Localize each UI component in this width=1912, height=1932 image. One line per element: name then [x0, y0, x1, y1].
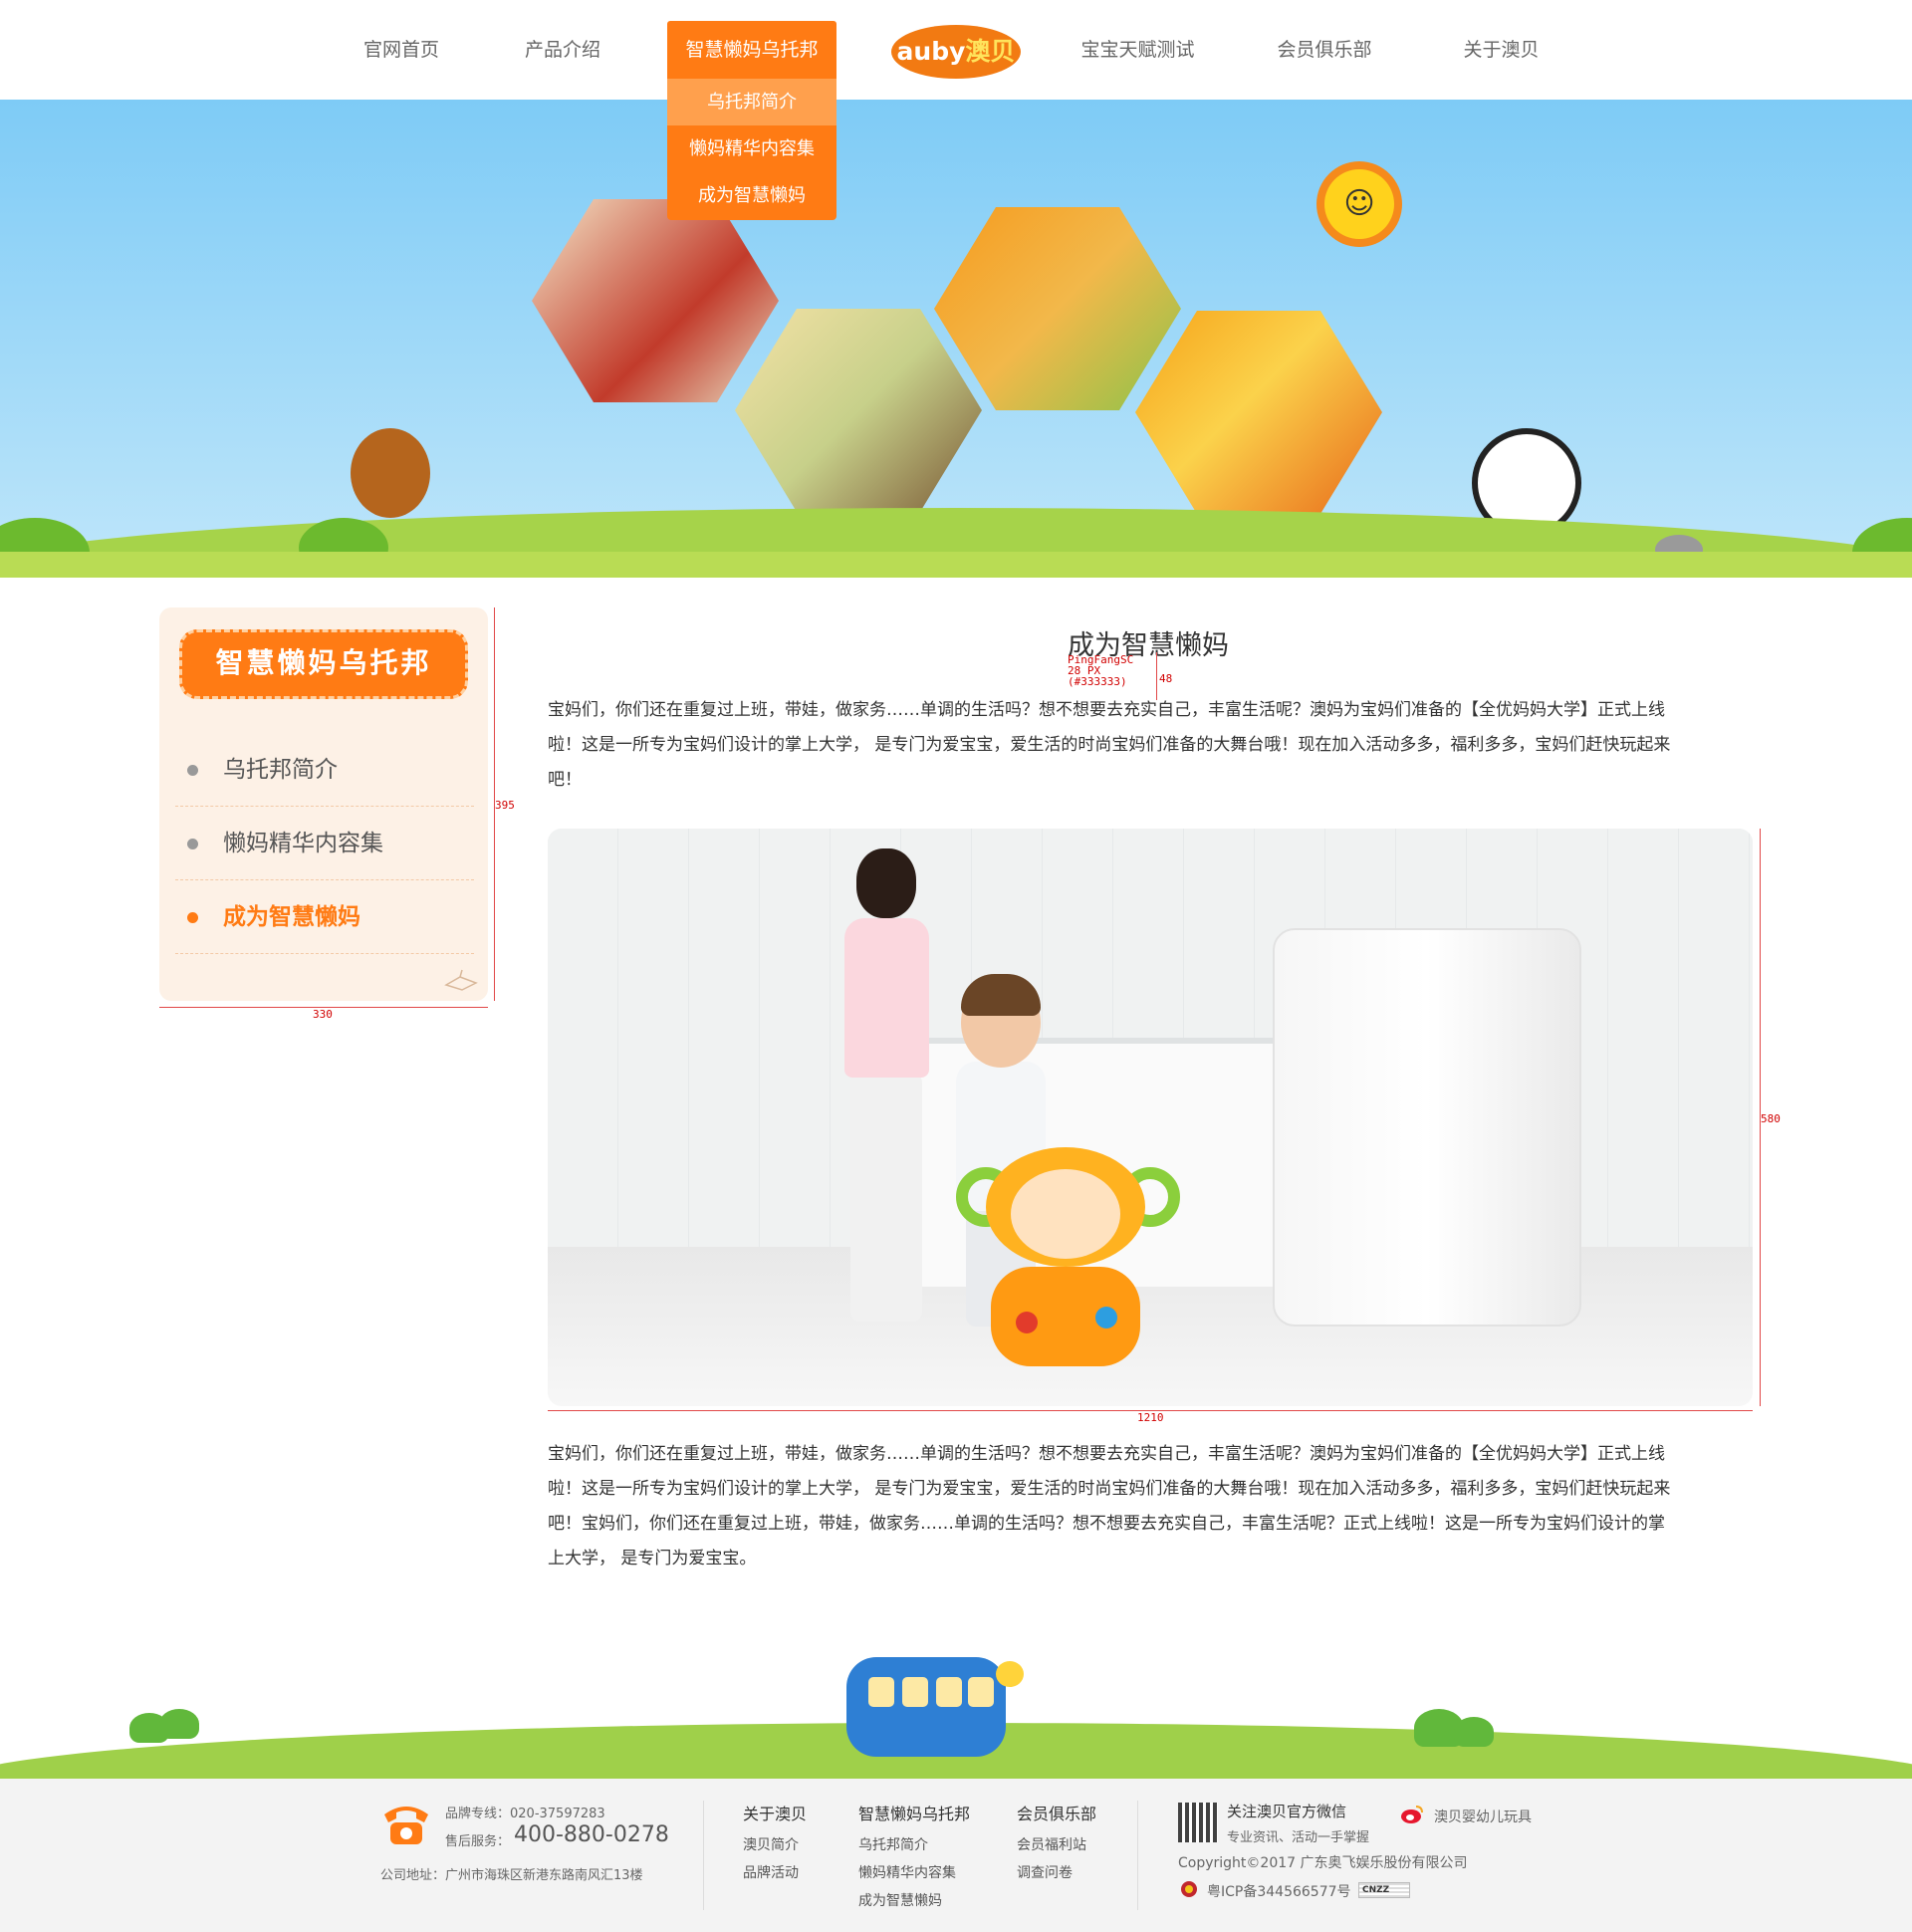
- weibo-icon[interactable]: [1400, 1805, 1424, 1824]
- banner-photo-3: [934, 207, 1181, 410]
- lineheight-annotation: 48: [1159, 672, 1173, 685]
- paragraph-line: 啦！这是一所专为宝妈们设计的掌上大学， 是专门为爱宝宝，爱生活的时尚宝妈们准备的…: [548, 735, 1671, 755]
- font-annotation: PingFangSC 28 PX (#333333): [1068, 654, 1133, 687]
- sidebar-item-essence[interactable]: 懒妈精华内容集: [175, 807, 474, 880]
- icp-number[interactable]: 粤ICP备344566577号: [1207, 1881, 1351, 1901]
- photo-mother: [836, 848, 946, 1327]
- footer-illustration: [0, 1613, 1912, 1779]
- paragraph-line: 吧！宝妈们，你们还在重复过上班，带娃，做家务……单调的生活吗？想不想要去充实自己…: [548, 1514, 1665, 1534]
- photo-fridge: [1273, 928, 1581, 1327]
- divider: [1137, 1801, 1138, 1910]
- banner-ground: [0, 552, 1912, 578]
- police-badge-icon: [1181, 1881, 1197, 1897]
- cnzz-badge[interactable]: CNZZ: [1358, 1882, 1410, 1898]
- bullet-icon: [187, 765, 198, 776]
- dropdown-item-intro[interactable]: 乌托邦简介: [667, 79, 836, 125]
- tree: [159, 1709, 199, 1739]
- service-number: 400-880-0278: [514, 1822, 669, 1847]
- footer-col-club-title: 会员俱乐部: [1017, 1805, 1097, 1823]
- photo-height-annotation: 580: [1761, 1112, 1781, 1125]
- bus-illustration: [846, 1657, 1006, 1757]
- book-icon: [444, 969, 478, 991]
- hotline: 品牌专线：020-37597283: [445, 1807, 605, 1821]
- sidebar: 智慧懒妈乌托邦 乌托邦简介 懒妈精华内容集 成为智慧懒妈: [159, 607, 488, 1001]
- footer-link[interactable]: 会员福利站: [1017, 1834, 1086, 1854]
- bullet-icon: [187, 912, 198, 923]
- sidebar-item-intro[interactable]: 乌托邦简介: [175, 733, 474, 807]
- logo-cn: 澳贝: [965, 37, 1016, 66]
- font-color: (#333333): [1068, 675, 1127, 688]
- sidebar-height-annotation: 395: [495, 799, 515, 812]
- sidebar-title: 智慧懒妈乌托邦: [179, 629, 468, 699]
- logo-text: auby: [896, 37, 966, 66]
- footer-col-about-title: 关于澳贝: [743, 1805, 808, 1823]
- banner-photo-4: [1135, 311, 1382, 514]
- paragraph-line: 宝妈们，你们还在重复过上班，带娃，做家务……单调的生活吗？想不想要去充实自己，丰…: [548, 700, 1665, 720]
- nav-home[interactable]: 官网首页: [342, 0, 461, 100]
- sidebar-item-label: 乌托邦简介: [223, 757, 338, 783]
- address: 公司地址：广州市海珠区新港东路南风汇13楼: [380, 1868, 643, 1883]
- paragraph-line: 上大学， 是专门为爱宝宝。: [548, 1549, 757, 1569]
- weibo-label[interactable]: 澳贝婴幼儿玩具: [1434, 1807, 1532, 1826]
- nav-utopia[interactable]: 智慧懒妈乌托邦: [667, 21, 836, 79]
- paragraph-line: 啦！这是一所专为宝妈们设计的掌上大学， 是专门为爱宝宝，爱生活的时尚宝妈们准备的…: [548, 1479, 1671, 1499]
- footer-link[interactable]: 懒妈精华内容集: [858, 1862, 956, 1882]
- sidebar-item-label: 成为智慧懒妈: [223, 904, 360, 930]
- nav-dropdown: 乌托邦简介 懒妈精华内容集 成为智慧懒妈: [667, 79, 836, 220]
- bullet-icon: [187, 839, 198, 849]
- footer-link[interactable]: 调查问卷: [1017, 1862, 1073, 1882]
- nav-talent-test[interactable]: 宝宝天赋测试: [1076, 0, 1200, 100]
- copyright: Copyright©2017 广东奥飞娱乐股份有限公司: [1178, 1855, 1468, 1871]
- sidebar-list: 乌托邦简介 懒妈精华内容集 成为智慧懒妈: [175, 733, 474, 954]
- service-label: 售后服务：: [445, 1834, 511, 1849]
- banner-photo-2: [735, 309, 982, 512]
- auby-logo[interactable]: auby澳贝: [891, 25, 1021, 79]
- sidebar-item-label: 懒妈精华内容集: [223, 831, 383, 856]
- photo-width-annotation: 1210: [1137, 1411, 1164, 1424]
- nav-member-club[interactable]: 会员俱乐部: [1265, 0, 1384, 100]
- footer-link[interactable]: 成为智慧懒妈: [858, 1890, 942, 1910]
- body-paragraph: 宝妈们，你们还在重复过上班，带娃，做家务……单调的生活吗？想不想要去充实自己，丰…: [548, 1437, 1753, 1576]
- paragraph-line: 宝妈们，你们还在重复过上班，带娃，做家务……单调的生活吗？想不想要去充实自己，丰…: [548, 1444, 1665, 1464]
- dropdown-item-essence[interactable]: 懒妈精华内容集: [667, 125, 836, 172]
- footer-link[interactable]: 乌托邦简介: [858, 1834, 928, 1854]
- squirrel-mascot: [351, 428, 430, 518]
- wechat-subtitle: 专业资讯、活动一手掌握: [1227, 1830, 1370, 1845]
- dropdown-item-become[interactable]: 成为智慧懒妈: [667, 172, 836, 219]
- nav-products[interactable]: 产品介绍: [503, 0, 622, 100]
- phone-icon: [384, 1807, 428, 1844]
- wechat-title: 关注澳贝官方微信: [1227, 1803, 1347, 1820]
- footer-link[interactable]: 品牌活动: [743, 1862, 799, 1882]
- intro-paragraph: 宝妈们，你们还在重复过上班，带娃，做家务……单调的生活吗？想不想要去充实自己，丰…: [548, 693, 1753, 798]
- sidebar-item-become[interactable]: 成为智慧懒妈: [175, 880, 474, 954]
- divider: [703, 1801, 704, 1910]
- tree: [1454, 1717, 1494, 1747]
- main-photo: [548, 829, 1753, 1406]
- balloon-illustration: [996, 1661, 1024, 1687]
- paragraph-line: 吧！: [548, 770, 582, 790]
- sidebar-width-annotation: 330: [313, 1008, 333, 1021]
- monkey-walker-toy: [956, 1137, 1180, 1376]
- top-nav: 官网首页 产品介绍 智慧懒妈乌托邦 auby澳贝 宝宝天赋测试 会员俱乐部 关于…: [0, 0, 1912, 100]
- hero-banner: ☺: [0, 100, 1912, 578]
- footer-col-utopia-title: 智慧懒妈乌托邦: [858, 1805, 971, 1823]
- qr-code-icon: [1178, 1803, 1218, 1842]
- nav-about[interactable]: 关于澳贝: [1444, 0, 1558, 100]
- sun-illustration: ☺: [1324, 169, 1394, 239]
- banner-photo-1: [532, 199, 779, 402]
- footer: 品牌专线：020-37597283 售后服务： 400-880-0278 公司地…: [0, 1779, 1912, 1932]
- footer-link[interactable]: 澳贝简介: [743, 1834, 799, 1854]
